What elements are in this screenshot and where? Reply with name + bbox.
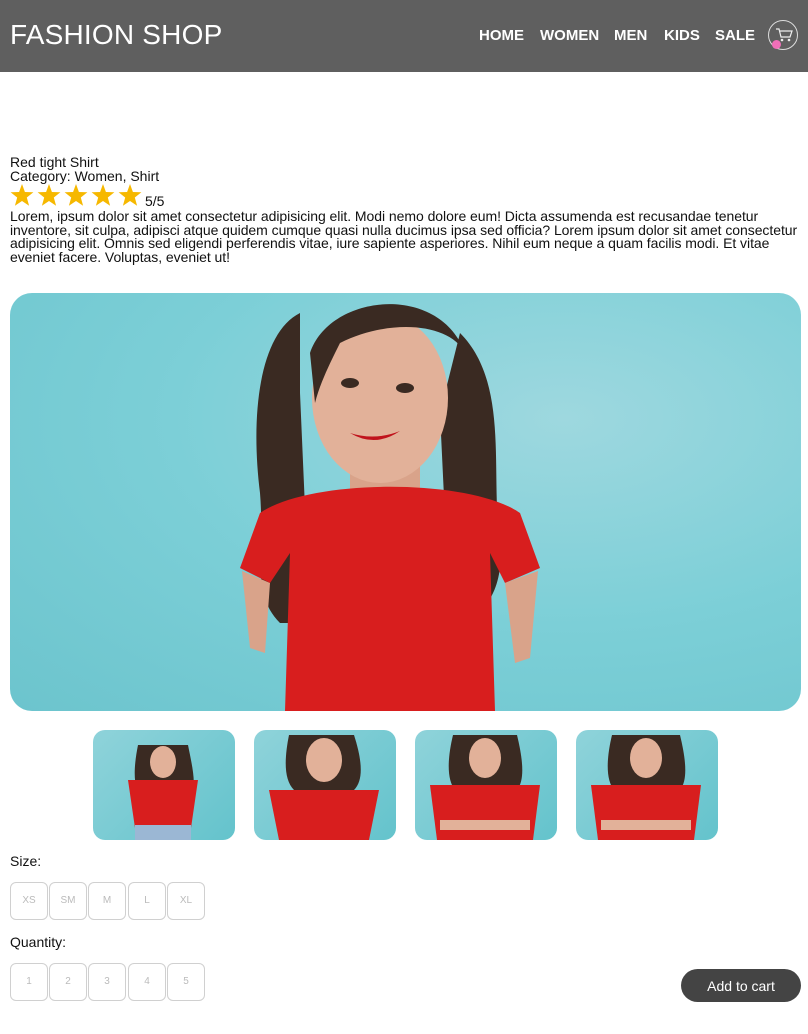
size-option-sm[interactable]: SM bbox=[49, 882, 87, 920]
size-option-xs[interactable]: XS bbox=[10, 882, 48, 920]
thumbnail-1[interactable] bbox=[93, 730, 235, 840]
cart-button[interactable] bbox=[768, 20, 798, 50]
size-option-l[interactable]: L bbox=[128, 882, 166, 920]
site-header: FASHION SHOP HOME WOMEN MEN KIDS SALE bbox=[0, 0, 808, 72]
quantity-option-3[interactable]: 3 bbox=[88, 963, 126, 1001]
thumbnail-4[interactable] bbox=[576, 730, 718, 840]
star-icon bbox=[10, 184, 34, 206]
star-icon bbox=[118, 184, 142, 206]
cart-badge bbox=[772, 40, 781, 49]
star-icon bbox=[37, 184, 61, 206]
star-rating bbox=[10, 184, 142, 208]
size-option-m[interactable]: M bbox=[88, 882, 126, 920]
star-icon bbox=[64, 184, 88, 206]
nav-men[interactable]: MEN bbox=[614, 27, 647, 44]
thumbnail-2[interactable] bbox=[254, 730, 396, 840]
star-icon bbox=[91, 184, 115, 206]
product-info: Red tight Shirt Category: Women, Shirt 5… bbox=[10, 154, 800, 264]
product-main-image bbox=[10, 293, 801, 711]
product-name: Red tight Shirt bbox=[10, 154, 99, 170]
nav-kids[interactable]: KIDS bbox=[664, 27, 700, 44]
quantity-option-2[interactable]: 2 bbox=[49, 963, 87, 1001]
product-description: Lorem, ipsum dolor sit amet consectetur … bbox=[10, 208, 798, 265]
site-logo[interactable]: FASHION SHOP bbox=[10, 19, 222, 51]
quantity-option-1[interactable]: 1 bbox=[10, 963, 48, 1001]
rating-text: 5/5 bbox=[145, 193, 165, 209]
product-category: Category: Women, Shirt bbox=[10, 168, 160, 184]
quantity-option-5[interactable]: 5 bbox=[167, 963, 205, 1001]
thumbnail-3[interactable] bbox=[415, 730, 557, 840]
nav-women[interactable]: WOMEN bbox=[540, 27, 599, 44]
nav-sale[interactable]: SALE bbox=[715, 27, 755, 44]
size-label: Size: bbox=[10, 853, 42, 869]
size-option-xl[interactable]: XL bbox=[167, 882, 205, 920]
nav-home[interactable]: HOME bbox=[479, 27, 524, 44]
add-to-cart-button[interactable]: Add to cart bbox=[681, 969, 801, 1002]
quantity-label: Quantity: bbox=[10, 934, 67, 950]
quantity-option-4[interactable]: 4 bbox=[128, 963, 166, 1001]
